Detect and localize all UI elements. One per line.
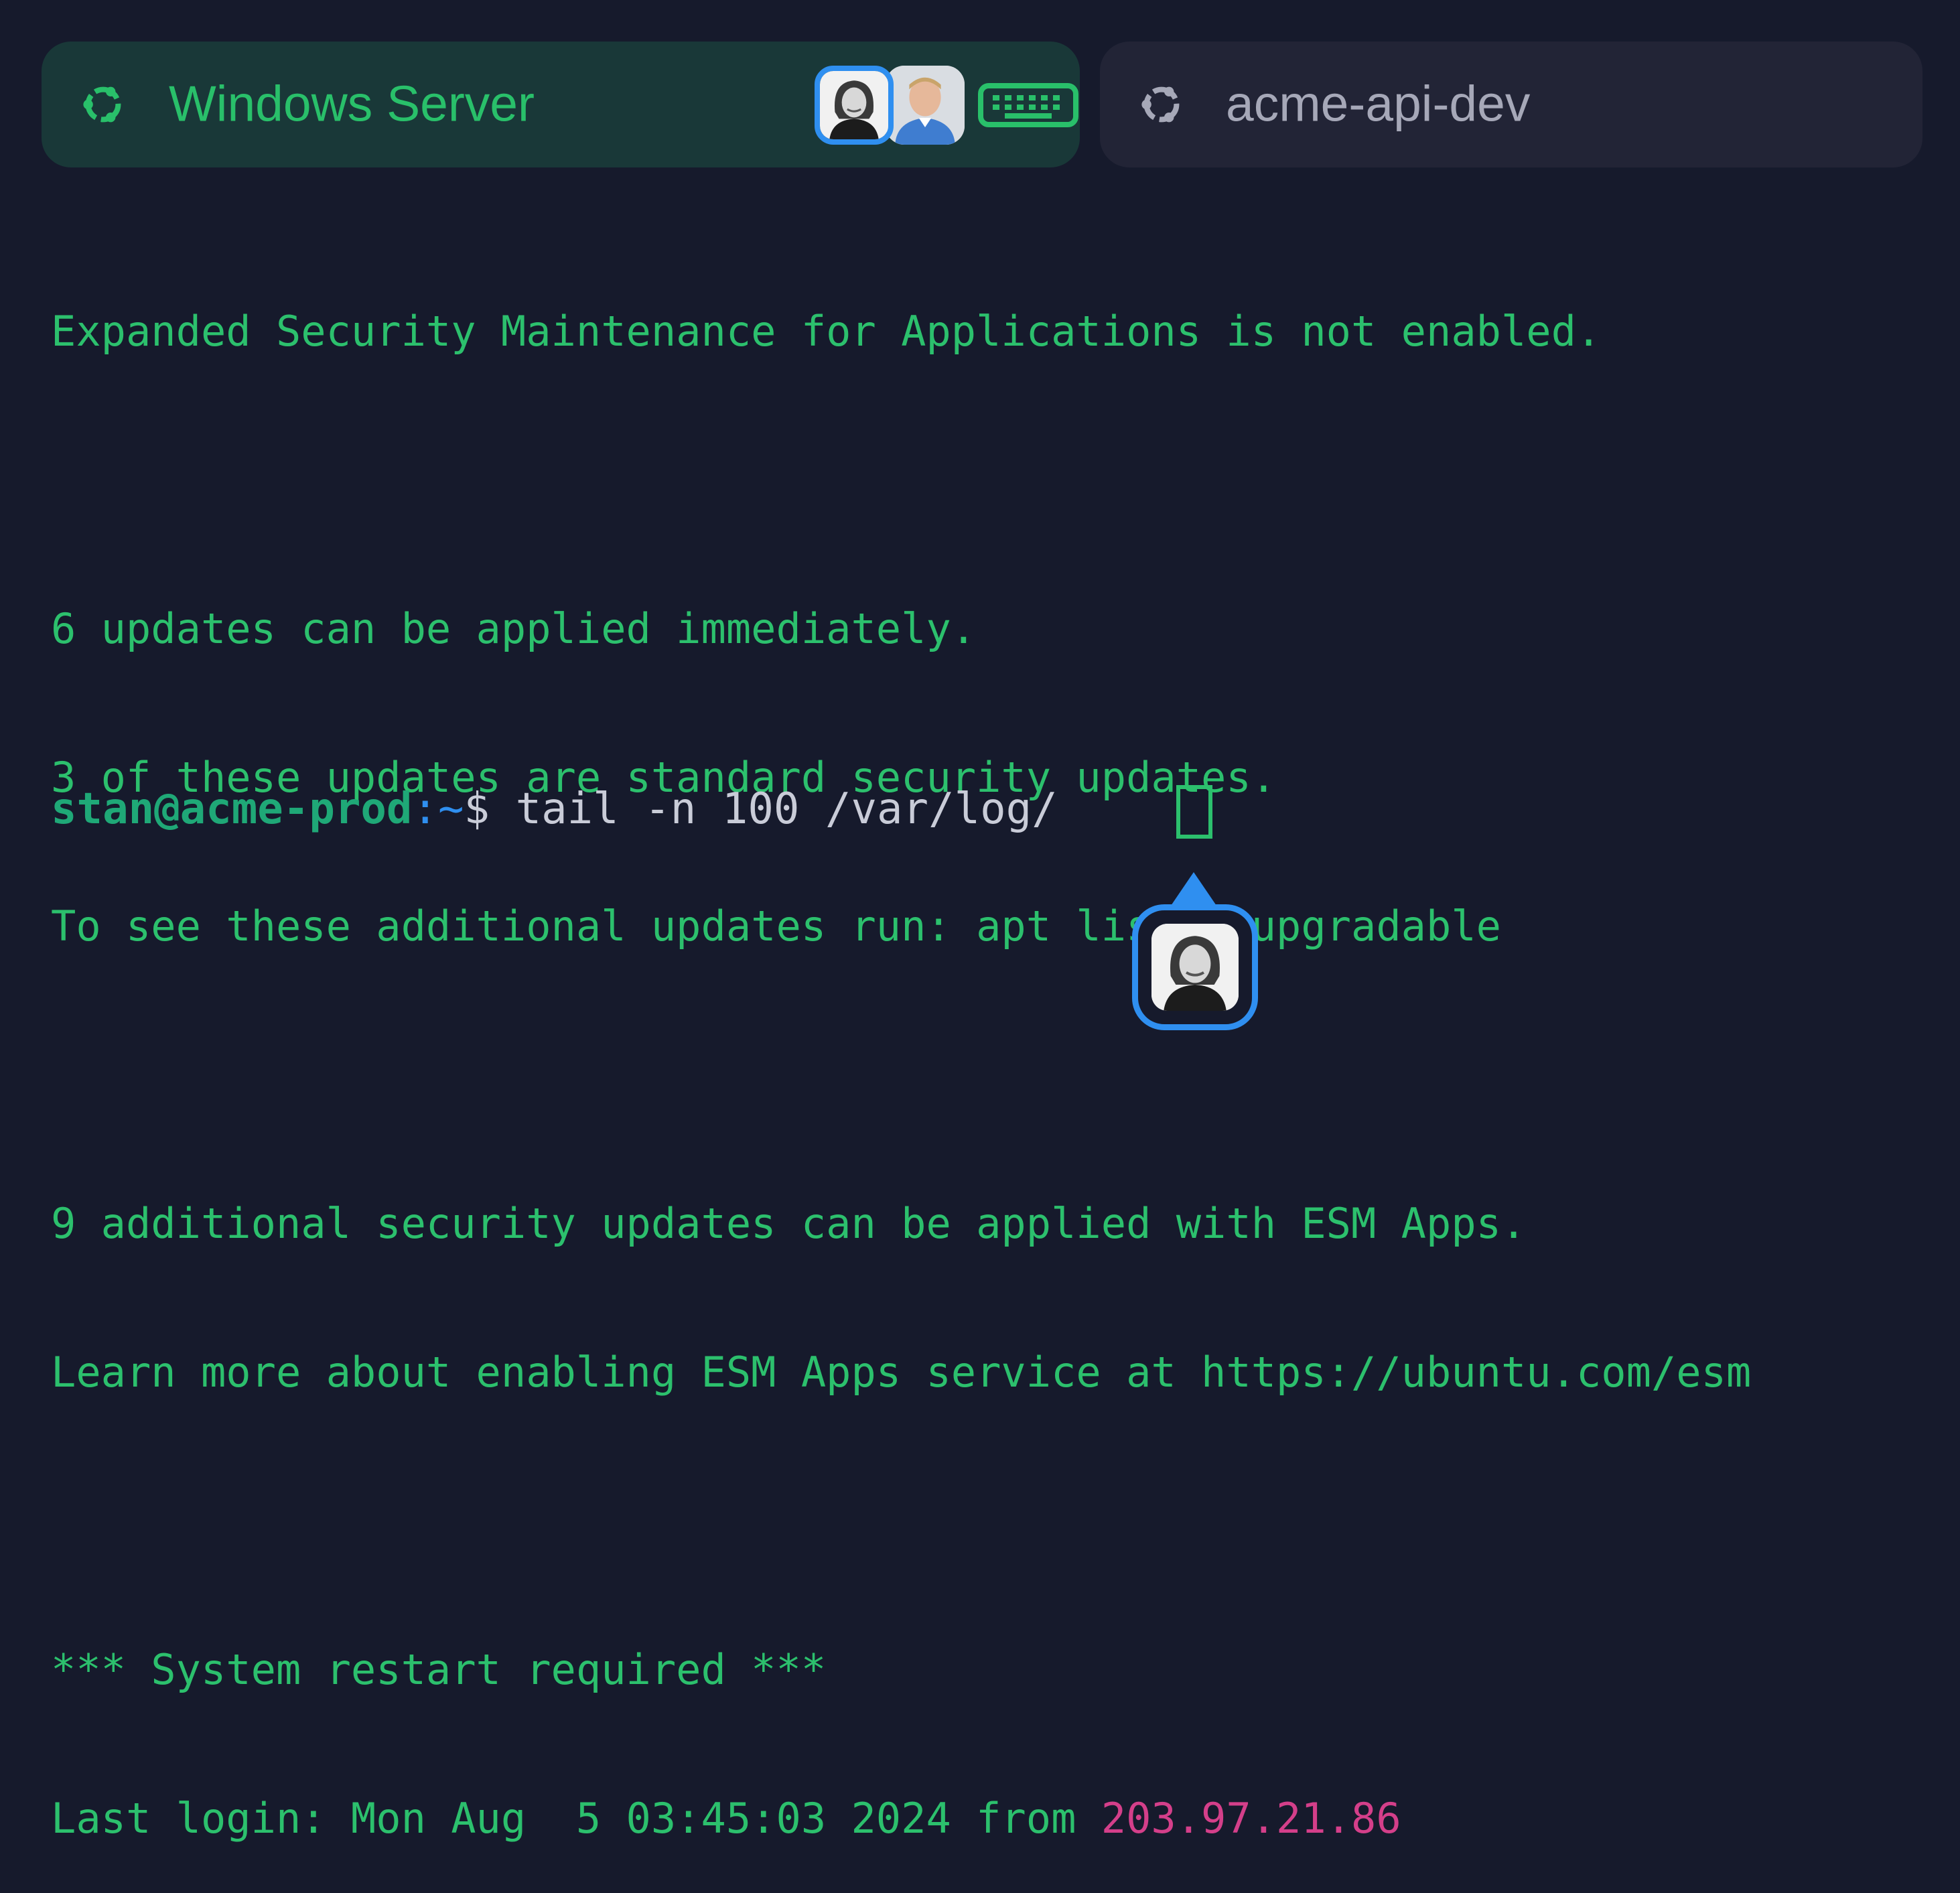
collaborator-cursor[interactable] (1132, 904, 1258, 1030)
terminal-line: 9 additional security updates can be app… (51, 1199, 1527, 1248)
tab-windows-server[interactable]: Windows Server (42, 42, 1080, 167)
prompt-user-host: stan@acme-prod (51, 784, 413, 834)
text-cursor (1176, 785, 1212, 839)
collaborator-avatar-woman[interactable] (815, 66, 894, 145)
command-input[interactable]: tail -n 100 /var/log/ (516, 784, 1084, 834)
tab-title: acme-api-dev (1226, 75, 1531, 132)
tab-title: Windows Server (169, 75, 535, 132)
prompt-symbol: $ (464, 784, 516, 834)
last-login-ip: 203.97.21.86 (1101, 1794, 1401, 1843)
user-man-avatar (886, 66, 965, 145)
ubuntu-icon (1141, 86, 1180, 123)
ubuntu-icon (83, 86, 121, 123)
last-login-line: Last login: Mon Aug 5 03:45:03 2024 from… (51, 1794, 1933, 1843)
keyboard-icon[interactable] (978, 83, 1078, 127)
prompt-path: ~ (437, 784, 464, 834)
collab-cursor-pointer (1171, 872, 1216, 906)
user-woman-avatar (1151, 924, 1239, 1011)
user-woman-avatar (820, 71, 888, 139)
terminal-line: To see these additional updates run: apt… (51, 902, 1501, 951)
terminal-line: Learn more about enabling ESM Apps servi… (51, 1348, 1752, 1397)
terminal-output[interactable]: Expanded Security Maintenance for Applic… (51, 208, 1933, 1893)
last-login-text: Last login: Mon Aug 5 03:45:03 2024 from (51, 1794, 1101, 1843)
terminal-line: Expanded Security Maintenance for Applic… (51, 307, 1602, 356)
prompt-colon: : (412, 784, 438, 834)
command-prompt[interactable]: stan@acme-prod:~$ tail -n 100 /var/log/ (51, 782, 1083, 836)
collaborator-avatar-man[interactable] (886, 66, 965, 145)
tab-acme-api-dev[interactable]: acme-api-dev (1100, 42, 1922, 167)
collaborator-cursor-avatar (1151, 924, 1239, 1011)
terminal-line: 6 updates can be applied immediately. (51, 604, 977, 653)
terminal-line: *** System restart required *** (51, 1645, 827, 1694)
